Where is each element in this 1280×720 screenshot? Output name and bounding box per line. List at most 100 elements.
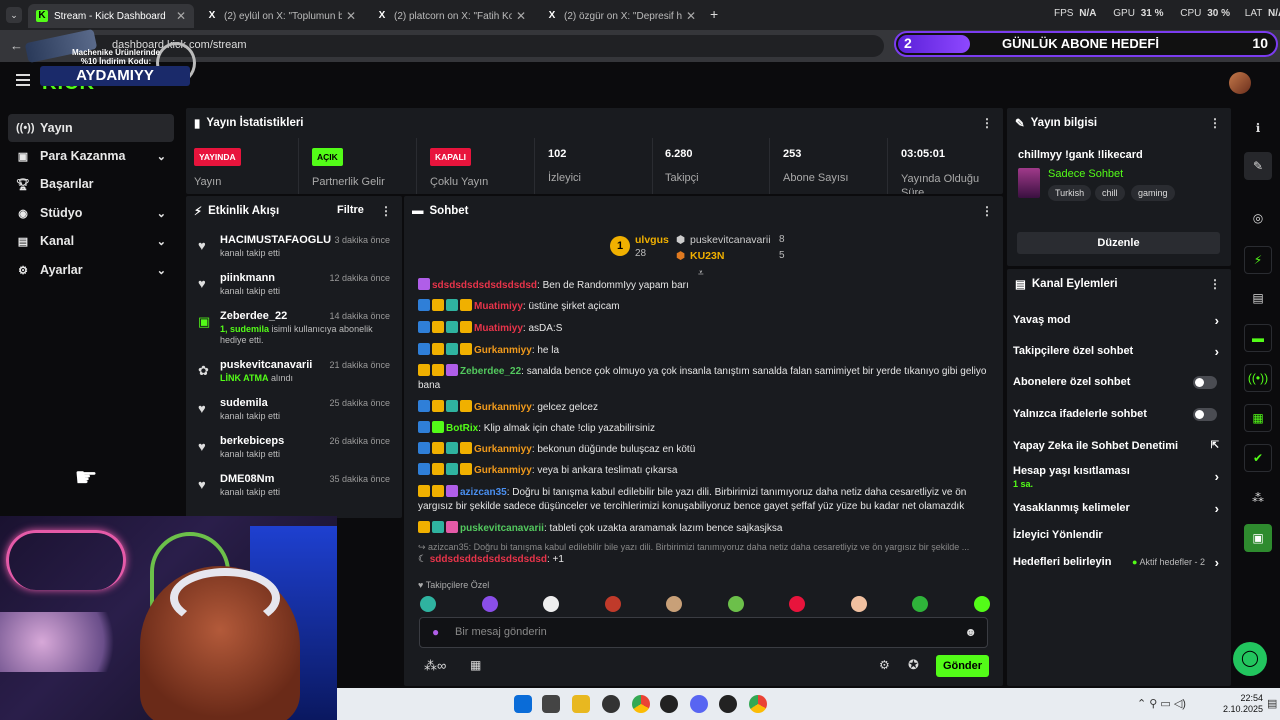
emote-settings-icon[interactable]: ✪ (908, 657, 919, 673)
tab-x-3[interactable]: X (2) özgür on X: "Depresif hissediy ✕ (538, 4, 704, 28)
tag-chip[interactable]: gaming (1131, 185, 1175, 201)
start-icon[interactable] (514, 695, 532, 713)
new-tab-button[interactable]: + (710, 6, 718, 22)
close-icon[interactable]: ✕ (346, 9, 356, 23)
layout-icon[interactable]: ▦ (1244, 404, 1272, 432)
chat-icon[interactable]: ▬ (1244, 324, 1272, 352)
edit-icon[interactable]: ✎ (1244, 152, 1272, 180)
close-icon[interactable]: ✕ (686, 9, 696, 23)
emote-icon[interactable] (481, 596, 498, 612)
emote-icon[interactable] (727, 596, 744, 612)
chat-username[interactable]: sdsdsdsdsdsdsdsdsd (432, 280, 537, 291)
action-raid[interactable]: İzleyici Yönlendir (1013, 529, 1225, 541)
more-icon[interactable]: ⋮ (981, 116, 993, 130)
activity-user[interactable]: puskevitcanavarii (220, 359, 312, 371)
tab-x-1[interactable]: X (2) eylül on X: "Toplumun bu kada ✕ (198, 4, 364, 28)
document-icon[interactable]: ▤ (1244, 284, 1272, 312)
back-icon[interactable]: ← (10, 38, 23, 53)
more-icon[interactable]: ⋮ (981, 204, 993, 218)
action-followers-only[interactable]: Takipçilere özel sohbet › (1013, 344, 1225, 359)
app-icon[interactable]: ▣ (1244, 524, 1272, 552)
activity-user[interactable]: Zeberdee_22 (220, 310, 287, 322)
emote-icon[interactable] (789, 596, 805, 612)
taskview-icon[interactable] (542, 695, 560, 713)
chat-username[interactable]: Muatimiyy (474, 323, 523, 334)
tag-chip[interactable]: Turkish (1048, 185, 1092, 201)
toggle-switch[interactable] (1193, 376, 1217, 389)
action-goals[interactable]: Hedefleri belirleyin ● Aktif hedefler - 2… (1013, 555, 1225, 570)
tag-chip[interactable]: chill (1095, 185, 1125, 201)
store-icon[interactable]: ▦ (470, 658, 481, 672)
gear-icon[interactable]: ⚙ (879, 658, 890, 672)
action-ai-moderation[interactable]: Yapay Zeka ile Sohbet Denetimi ⇱ (1013, 440, 1225, 452)
chat-input[interactable]: ● Bir mesaj gönderin ☻ (419, 617, 988, 648)
chat-username[interactable]: Gurkanmiyy (474, 465, 532, 476)
sidebar-item-yayin[interactable]: ((•)) Yayın (8, 114, 174, 142)
camera-icon[interactable]: ◎ (1244, 204, 1272, 232)
sidebar-item-studyo[interactable]: ◉ Stüdyo ⌄ (8, 199, 174, 227)
emote-icon[interactable] (604, 596, 621, 612)
points-icon[interactable]: ⁂ (1244, 484, 1272, 512)
chat-username[interactable]: Zeberdee_22 (460, 366, 521, 377)
app-icon[interactable] (719, 695, 737, 713)
emote-icon[interactable] (420, 596, 436, 612)
action-account-age[interactable]: Hesap yaşı kısıtlaması › 1 sa. (1013, 465, 1225, 491)
support-icon[interactable]: ◯ (1233, 642, 1267, 676)
sidebar-item-ayarlar[interactable]: ⚙ Ayarlar ⌄ (8, 256, 174, 284)
bolt-icon[interactable]: ⚡︎ (1244, 246, 1272, 274)
broadcast-icon[interactable]: ((•)) (1244, 364, 1272, 392)
activity-user[interactable]: sudemila (220, 397, 268, 409)
more-icon[interactable]: ⋮ (380, 204, 392, 218)
activity-user[interactable]: piinkmann (220, 272, 275, 284)
emoji-icon[interactable]: ☻ (964, 625, 977, 639)
sidebar-item-para-kazanma[interactable]: ▣ Para Kazanma ⌄ (8, 142, 174, 170)
chrome-icon[interactable] (632, 695, 650, 713)
points-icon[interactable]: ⁂∞ (424, 658, 446, 674)
send-button[interactable]: Gönder (936, 655, 989, 677)
action-banned-words[interactable]: Yasaklanmış kelimeler › (1013, 501, 1225, 516)
toggle-switch[interactable] (1193, 408, 1217, 421)
tray-icons[interactable]: ⌃ ⚲ ▭ ◁) (1137, 697, 1186, 710)
chat-username[interactable]: azizcan35 (460, 487, 507, 498)
emote-icon[interactable] (543, 596, 559, 612)
emote-icon[interactable] (850, 596, 867, 612)
close-icon[interactable]: ✕ (176, 9, 186, 23)
action-slow-mode[interactable]: Yavaş mod › (1013, 313, 1225, 328)
more-icon[interactable]: ⋮ (1209, 277, 1221, 291)
notification-icon[interactable]: ▤ (1267, 697, 1277, 710)
wrench-icon[interactable]: ✔ (1244, 444, 1272, 472)
close-icon[interactable]: ✕ (516, 9, 526, 23)
edit-button[interactable]: Düzenle (1017, 232, 1220, 254)
chat-username[interactable]: Muatimiyy (474, 301, 523, 312)
tab-kick-dashboard[interactable]: K Stream - Kick Dashboard ✕ (28, 4, 194, 28)
avatar[interactable] (1229, 72, 1251, 94)
app-icon[interactable] (660, 695, 678, 713)
chat-username[interactable]: sddsdsddsdsdsdsdsdsd (430, 554, 547, 565)
info-icon[interactable]: ℹ (1244, 114, 1272, 142)
clock[interactable]: 22:54 2.10.2025 (1215, 693, 1263, 715)
emote-icon[interactable] (666, 596, 682, 612)
more-icon[interactable]: ⋮ (1209, 116, 1221, 130)
activity-user[interactable]: DME08Nm (220, 473, 274, 485)
chat-username[interactable]: puskevitcanavarii (460, 523, 544, 534)
obs-icon[interactable] (602, 695, 620, 713)
sidebar-item-basarilar[interactable]: 🏆︎ Başarılar (8, 170, 174, 198)
discord-icon[interactable] (690, 695, 708, 713)
emote-icon[interactable] (973, 596, 990, 612)
tab-x-2[interactable]: X (2) platcorn on X: "Fatih Koparan, ✕ (368, 4, 534, 28)
filter-button[interactable]: Filtre (337, 204, 364, 216)
chat-username[interactable]: Gurkanmiyy (474, 402, 532, 413)
chrome-icon[interactable] (749, 695, 767, 713)
chat-username[interactable]: Gurkanmiyy (474, 444, 532, 455)
tab-search-icon[interactable]: ⌄ (6, 7, 22, 23)
activity-user[interactable]: HACIMUSTAFAOGLU (220, 234, 331, 246)
chat-username[interactable]: Gurkanmiyy (474, 345, 532, 356)
mic-icon[interactable]: ● (432, 625, 439, 639)
stream-category[interactable]: Sadece Sohbet (1048, 168, 1123, 180)
url-field[interactable]: dashboard.kick.com/stream (84, 35, 884, 57)
emote-icon[interactable] (912, 596, 928, 612)
folder-icon[interactable] (572, 695, 590, 713)
chat-username[interactable]: BotRix (446, 423, 478, 434)
sidebar-item-kanal[interactable]: ▤ Kanal ⌄ (8, 227, 174, 255)
activity-user[interactable]: berkebiceps (220, 435, 284, 447)
